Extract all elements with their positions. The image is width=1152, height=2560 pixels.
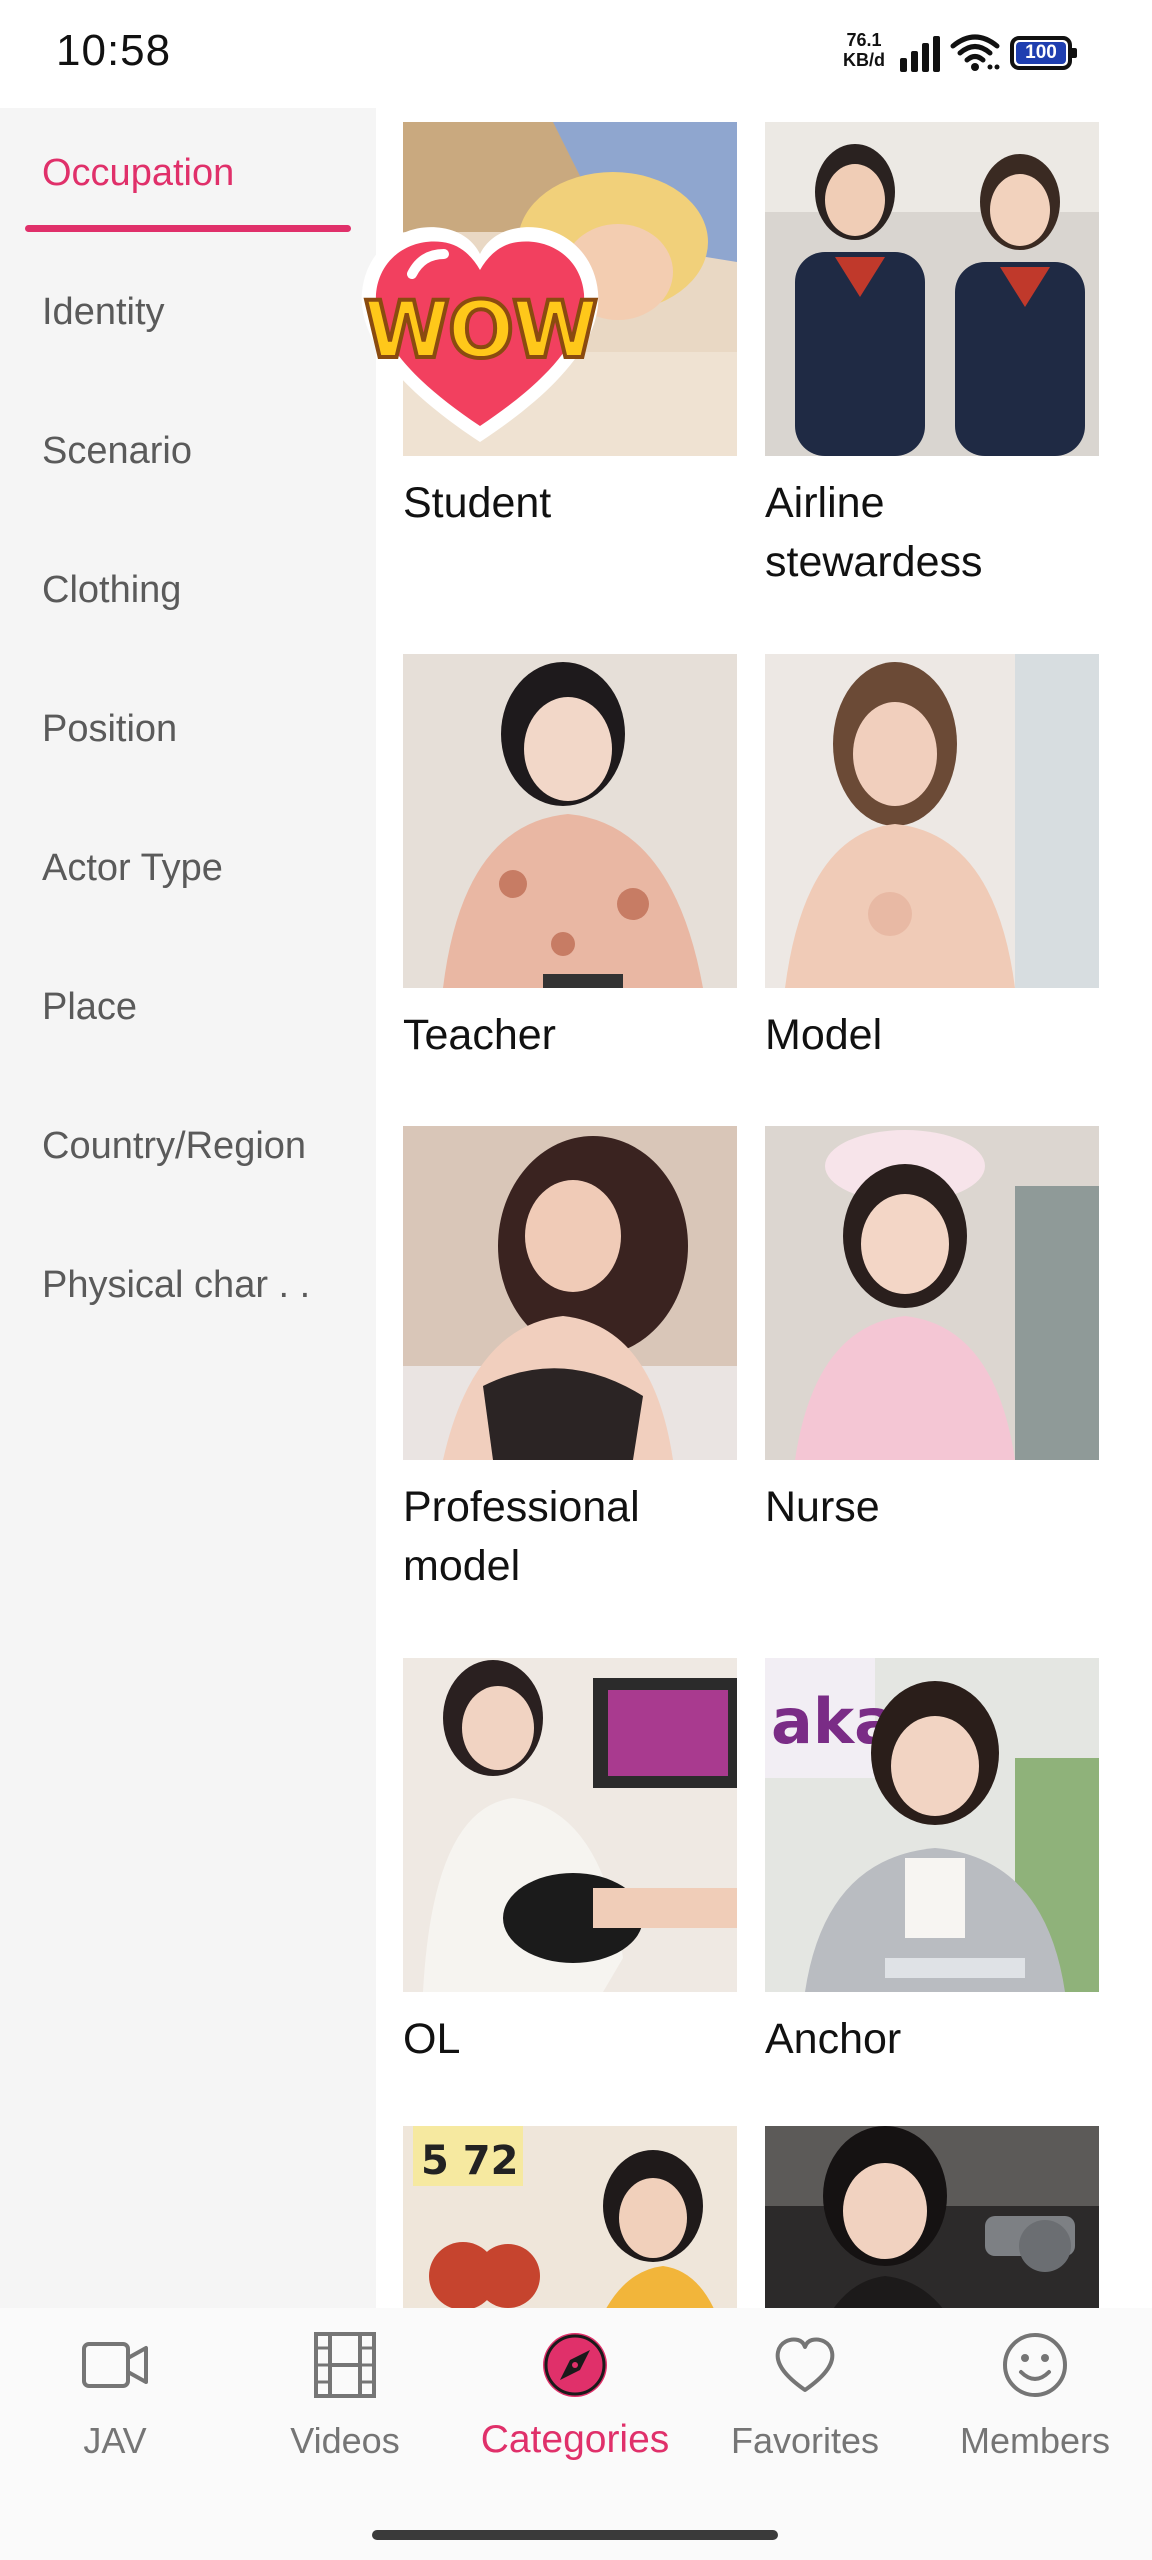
- nav-label: JAV: [83, 2420, 147, 2461]
- sidebar-item-scenario[interactable]: Scenario: [0, 386, 376, 525]
- sidebar-item-label: Country/Region: [42, 1125, 307, 1167]
- category-thumbnail: [403, 1126, 737, 1460]
- sidebar-item-position[interactable]: Position: [0, 664, 376, 803]
- video-camera-icon: [82, 2342, 148, 2388]
- app-root: 10:58 76.1 KB/d 100 Occupation Identity …: [0, 0, 1152, 2560]
- category-thumbnail: [403, 1658, 737, 1992]
- network-speed-value: 76.1: [846, 30, 882, 50]
- network-speed-unit: KB/d: [843, 50, 885, 70]
- nav-label: Favorites: [730, 2420, 880, 2461]
- category-sidebar: Occupation Identity Scenario Clothing Po…: [0, 108, 376, 2308]
- wow-promo-badge[interactable]: WOW: [352, 214, 608, 454]
- heart-icon: [775, 2337, 835, 2392]
- sidebar-item-clothing[interactable]: Clothing: [0, 525, 376, 664]
- sidebar-item-actor-type[interactable]: Actor Type: [0, 803, 376, 942]
- battery-level: 100: [1016, 42, 1066, 64]
- nav-tab-members[interactable]: Members: [920, 2308, 1150, 2498]
- status-bar: 10:58 76.1 KB/d 100: [0, 0, 1152, 108]
- category-title: Student: [403, 479, 552, 527]
- nav-tab-jav[interactable]: JAV: [0, 2308, 230, 2498]
- signal-icon: [900, 36, 940, 72]
- category-title: Teacher: [403, 1011, 556, 1059]
- film-icon: [314, 2332, 376, 2398]
- category-title: Professional model: [403, 1483, 640, 1590]
- sidebar-item-label: Place: [42, 986, 138, 1028]
- home-indicator[interactable]: [372, 2530, 778, 2540]
- category-grid: Student Airline stewardess Teacher Model…: [361, 108, 1152, 2460]
- category-title: Nurse: [765, 1483, 880, 1531]
- sidebar-item-identity[interactable]: Identity: [0, 247, 376, 386]
- nav-label: Videos: [290, 2420, 400, 2461]
- sidebar-item-label: Actor Type: [42, 847, 223, 889]
- category-thumbnail: aka: [765, 1658, 1099, 1992]
- nav-tab-favorites[interactable]: Favorites: [690, 2308, 920, 2498]
- category-thumbnail: [403, 654, 737, 988]
- sidebar-item-label: Physical char . .: [42, 1264, 311, 1306]
- nav-tab-videos[interactable]: Videos: [230, 2308, 460, 2498]
- status-time: 10:58: [56, 26, 172, 75]
- category-title: Model: [765, 1011, 883, 1059]
- sidebar-item-country-region[interactable]: Country/Region: [0, 1081, 376, 1220]
- wow-badge-text: WOW: [362, 284, 600, 378]
- category-title: Airline stewardess: [765, 479, 983, 586]
- sidebar-item-occupation[interactable]: Occupation: [0, 108, 376, 247]
- svg-text:5 72: 5 72: [421, 2138, 518, 2184]
- sidebar-item-label: Occupation: [42, 152, 235, 194]
- network-speed: 76.1 KB/d: [838, 30, 890, 70]
- nav-label: Categories: [480, 2418, 670, 2461]
- category-title: OL: [403, 2015, 461, 2063]
- battery-icon: 100: [1010, 36, 1077, 70]
- smiley-icon: [1003, 2333, 1067, 2397]
- nav-tab-categories[interactable]: Categories: [460, 2308, 690, 2498]
- sidebar-item-label: Identity: [42, 291, 165, 333]
- sidebar-item-physical-characteristics[interactable]: Physical char . .: [0, 1220, 376, 1359]
- sidebar-item-label: Scenario: [42, 430, 192, 472]
- bottom-navigation: JAV Videos Categories Favorites Members: [0, 2308, 1152, 2560]
- compass-icon: [543, 2333, 607, 2397]
- sidebar-item-label: Position: [42, 708, 178, 750]
- category-title: Anchor: [765, 2015, 902, 2063]
- sidebar-item-label: Clothing: [42, 569, 182, 611]
- wifi-icon: [950, 34, 1000, 71]
- category-thumbnail: [765, 122, 1099, 456]
- category-thumbnail: [765, 654, 1099, 988]
- sidebar-item-place[interactable]: Place: [0, 942, 376, 1081]
- active-tab-underline: [25, 225, 351, 232]
- nav-label: Members: [959, 2420, 1111, 2461]
- category-thumbnail: [765, 1126, 1099, 1460]
